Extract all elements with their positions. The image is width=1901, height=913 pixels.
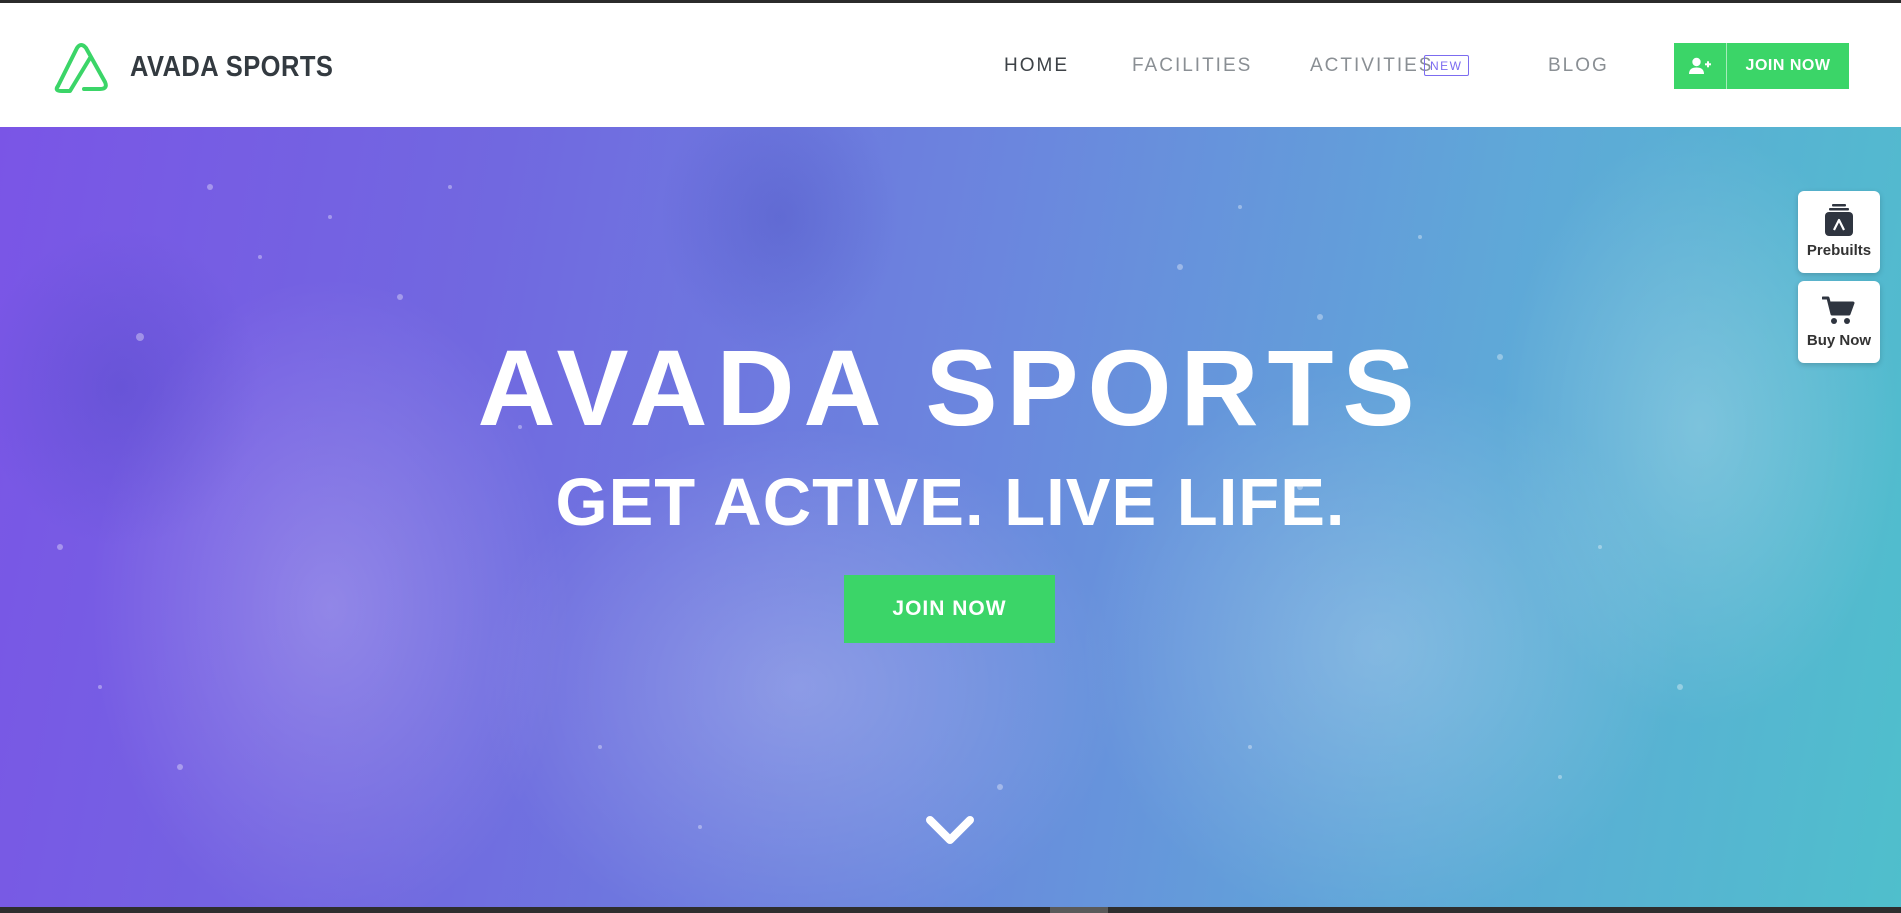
nav-home[interactable]: HOME bbox=[1004, 55, 1069, 77]
hero-section: AVADA SPORTS GET ACTIVE. LIVE LIFE. JOIN… bbox=[0, 127, 1901, 907]
browser-viewport: AVADA SPORTS HOME FACILITIES ACTIVITIES … bbox=[0, 0, 1901, 913]
prebuilts-label: Prebuilts bbox=[1806, 242, 1872, 259]
buy-now-label: Buy Now bbox=[1806, 332, 1872, 349]
hero-title: AVADA SPORTS bbox=[477, 327, 1424, 448]
chevron-down-icon[interactable] bbox=[925, 810, 975, 850]
buy-now-button[interactable]: Buy Now bbox=[1798, 281, 1880, 363]
header-join-button[interactable]: JOIN NOW bbox=[1674, 43, 1849, 89]
header-join-label: JOIN NOW bbox=[1745, 57, 1831, 74]
bottom-edge bbox=[0, 907, 1901, 913]
prebuilts-button[interactable]: Prebuilts bbox=[1798, 191, 1880, 273]
hero-subtitle: GET ACTIVE. LIVE LIFE. bbox=[555, 465, 1346, 540]
prebuilts-icon bbox=[1823, 203, 1855, 239]
nav-activities[interactable]: ACTIVITIES bbox=[1310, 55, 1433, 77]
main-nav: HOME FACILITIES ACTIVITIES NEW BLOG bbox=[0, 3, 1901, 127]
nav-facilities[interactable]: FACILITIES bbox=[1132, 55, 1252, 77]
nav-blog[interactable]: BLOG bbox=[1548, 55, 1609, 77]
scroll-indicator bbox=[1050, 907, 1108, 913]
new-badge: NEW bbox=[1424, 55, 1469, 76]
user-plus-icon bbox=[1674, 43, 1727, 89]
cart-icon bbox=[1822, 293, 1856, 329]
site-header: AVADA SPORTS HOME FACILITIES ACTIVITIES … bbox=[0, 3, 1901, 127]
hero-join-button[interactable]: JOIN NOW bbox=[844, 575, 1055, 643]
